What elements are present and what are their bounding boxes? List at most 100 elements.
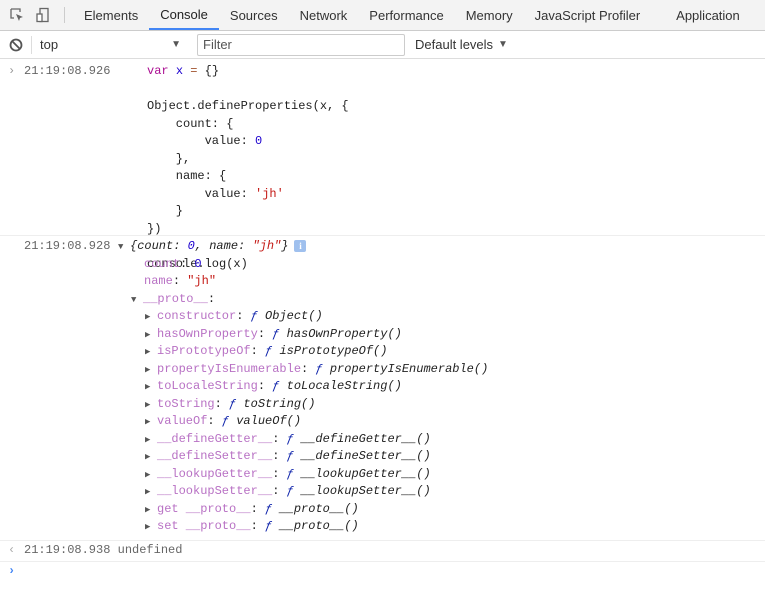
- proto-property[interactable]: ▶ valueOf: ƒ valueOf(): [145, 413, 765, 431]
- function-signature: __proto__(): [279, 501, 359, 516]
- timestamp: 21:19:08.938: [24, 543, 111, 557]
- info-icon[interactable]: i: [294, 240, 307, 252]
- proto-node[interactable]: ▼ __proto__:: [131, 291, 765, 309]
- property-key: __defineGetter__: [157, 431, 273, 446]
- collapsed-triangle-icon[interactable]: ▶: [145, 344, 157, 362]
- property-key: toLocaleString: [157, 379, 258, 393]
- console-toolbar: top ▼ Default levels ▼: [0, 31, 765, 59]
- collapsed-triangle-icon[interactable]: ▶: [145, 467, 157, 485]
- proto-property[interactable]: ▶ isPrototypeOf: ƒ isPrototypeOf(): [145, 343, 765, 361]
- devtools-tab-bar: Elements Console Sources Network Performance…: [0, 0, 765, 31]
- tab-console[interactable]: Console: [149, 0, 219, 30]
- proto-property[interactable]: ▶ __defineSetter__: ƒ __defineSetter__(): [145, 448, 765, 466]
- log-levels-dropdown[interactable]: Default levels ▼: [415, 37, 508, 52]
- code-line: value: 'jh': [147, 186, 765, 204]
- tab-application[interactable]: Application: [665, 0, 751, 30]
- code-token: x: [175, 64, 184, 78]
- code-token: value:: [147, 134, 256, 148]
- tab-memory[interactable]: Memory: [455, 0, 524, 30]
- context-selector[interactable]: top ▼: [31, 35, 191, 54]
- collapsed-triangle-icon[interactable]: ▶: [145, 379, 157, 397]
- tab-sources[interactable]: Sources: [219, 0, 289, 30]
- proto-property[interactable]: ▶ toString: ƒ toString(): [145, 396, 765, 414]
- function-signature: isPrototypeOf(): [279, 344, 388, 358]
- proto-property[interactable]: ▶ toLocaleString: ƒ toLocaleString(): [145, 378, 765, 396]
- property-key: isPrototypeOf: [157, 344, 251, 358]
- code-line: },: [147, 151, 765, 169]
- object-summary[interactable]: ▼ {count: 0, name: "jh"} i: [118, 238, 765, 256]
- divider: [64, 7, 65, 23]
- collapsed-triangle-icon[interactable]: ▶: [145, 309, 157, 327]
- code-token: {}: [204, 64, 220, 78]
- property-key: count: [144, 256, 181, 271]
- code-line: count: {: [147, 116, 765, 134]
- property-key: constructor: [157, 309, 237, 323]
- code-line: var x = {}: [147, 63, 765, 81]
- collapsed-triangle-icon[interactable]: ▶: [145, 414, 157, 432]
- tab-elements[interactable]: Elements: [73, 0, 149, 30]
- code-token: Object.defineProperties(x, {: [147, 99, 349, 113]
- property-key: set __proto__: [157, 519, 251, 533]
- property-value: 0: [194, 256, 202, 271]
- input-chevron-icon: ›: [8, 64, 16, 78]
- timestamp: 21:19:08.928: [24, 239, 111, 253]
- code-token: 0: [255, 134, 263, 148]
- tab-performance[interactable]: Performance: [358, 0, 454, 30]
- collapsed-triangle-icon[interactable]: ▶: [145, 484, 157, 502]
- code-token: 'jh': [255, 186, 284, 201]
- proto-property[interactable]: ▶ set __proto__: ƒ __proto__(): [145, 518, 765, 536]
- console-log-message: 21:19:08.928 ▼ {count: 0, name: "jh"} i co…: [0, 236, 765, 541]
- code-line: Object.defineProperties(x, {: [147, 98, 765, 116]
- function-signature: valueOf(): [236, 414, 302, 428]
- object-property: name: "jh": [144, 274, 217, 288]
- code-token: }): [147, 221, 162, 236]
- function-signature: hasOwnProperty(): [286, 326, 402, 341]
- prompt-chevron-icon: ›: [8, 564, 16, 578]
- proto-property[interactable]: ▶ __lookupGetter__: ƒ __lookupGetter__(): [145, 466, 765, 484]
- proto-property[interactable]: ▶ get __proto__: ƒ __proto__(): [145, 501, 765, 519]
- object-property: count: 0: [144, 256, 202, 271]
- expanded-triangle-icon[interactable]: ▼: [118, 239, 130, 257]
- inspect-element-icon[interactable]: [4, 0, 30, 30]
- function-signature: __lookupGetter__(): [301, 466, 431, 481]
- property-key: hasOwnProperty: [157, 326, 258, 341]
- collapsed-triangle-icon[interactable]: ▶: [145, 432, 157, 450]
- property-key: get __proto__: [157, 501, 251, 516]
- function-signature: toLocaleString(): [286, 379, 402, 393]
- context-value: top: [40, 37, 59, 52]
- function-signature: __defineGetter__(): [301, 431, 431, 446]
- proto-property[interactable]: ▶ __defineGetter__: ƒ __defineGetter__(): [145, 431, 765, 449]
- console-messages: › 21:19:08.926 var x = {} Object.definePr…: [0, 59, 765, 584]
- code-line: name: {: [147, 168, 765, 186]
- timestamp: 21:19:08.926: [24, 64, 111, 78]
- property-value: "jh": [187, 274, 217, 288]
- device-toolbar-icon[interactable]: [30, 0, 56, 30]
- proto-property[interactable]: ▶ __lookupSetter__: ƒ __lookupSetter__(): [145, 483, 765, 501]
- expanded-triangle-icon[interactable]: ▼: [131, 292, 143, 310]
- code-token: name: {: [147, 169, 227, 183]
- proto-property[interactable]: ▶ propertyIsEnumerable: ƒ propertyIsEnume…: [145, 361, 765, 379]
- proto-property[interactable]: ▶ hasOwnProperty: ƒ hasOwnProperty(): [145, 326, 765, 344]
- function-signature: __lookupSetter__(): [301, 484, 431, 498]
- code-token: count: {: [147, 116, 234, 131]
- code-line: }: [147, 203, 765, 221]
- proto-property[interactable]: ▶ constructor: ƒ Object(): [145, 308, 765, 326]
- collapsed-triangle-icon[interactable]: ▶: [145, 449, 157, 467]
- collapsed-triangle-icon[interactable]: ▶: [145, 502, 157, 520]
- collapsed-triangle-icon[interactable]: ▶: [145, 519, 157, 537]
- collapsed-triangle-icon[interactable]: ▶: [145, 362, 157, 380]
- collapsed-triangle-icon[interactable]: ▶: [145, 327, 157, 345]
- filter-input[interactable]: [197, 33, 405, 56]
- console-prompt[interactable]: ›: [0, 562, 765, 584]
- collapsed-triangle-icon[interactable]: ▶: [145, 397, 157, 415]
- clear-console-icon[interactable]: [9, 38, 23, 52]
- property-key: propertyIsEnumerable: [157, 361, 302, 376]
- function-signature: toString(): [243, 396, 316, 411]
- function-signature: propertyIsEnumerable(): [329, 361, 489, 376]
- tab-javascript-profiler[interactable]: JavaScript Profiler: [524, 0, 651, 30]
- levels-label: Default levels: [415, 37, 494, 52]
- property-key: __defineSetter__: [157, 449, 273, 463]
- property-key: toString: [157, 396, 215, 411]
- tab-network[interactable]: Network: [289, 0, 359, 30]
